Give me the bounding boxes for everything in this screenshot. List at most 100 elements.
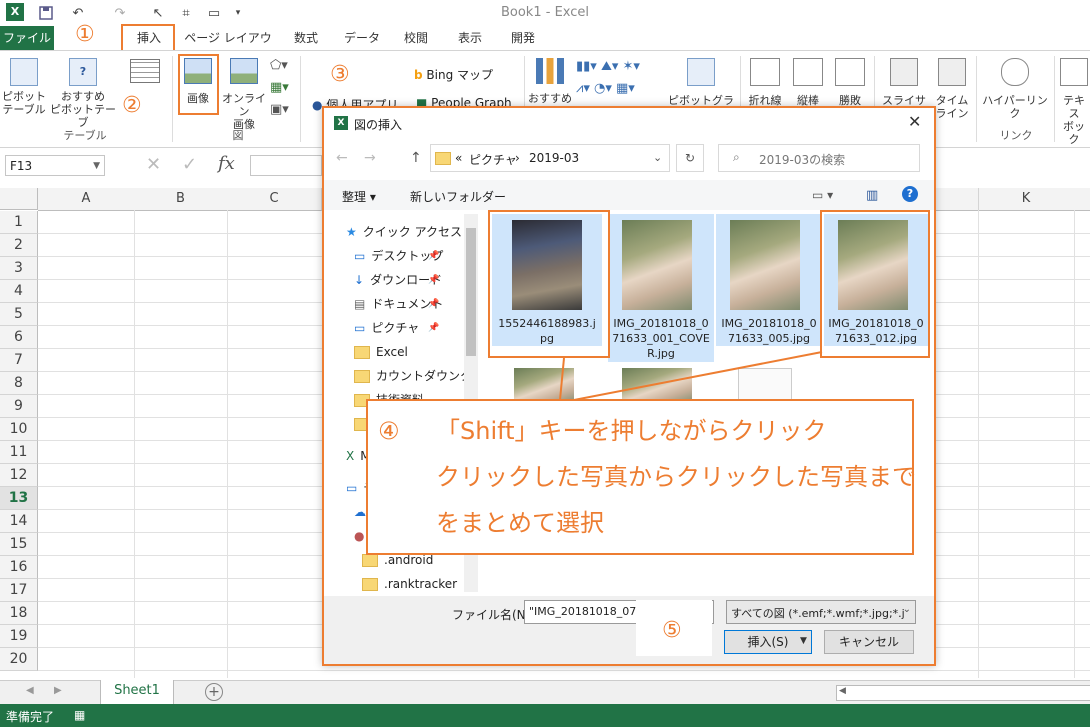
insert-button[interactable]: 挿入(S) [724,630,812,654]
row-header[interactable]: 1 [0,211,38,234]
name-box[interactable]: F13 ▼ [5,155,105,176]
sheet-tab-bar: ◀ ▶ Sheet1 + ◀ [0,680,1090,705]
row-header[interactable]: 2 [0,234,38,257]
hyperlink-button[interactable]: ハイパーリンク [980,58,1050,120]
chart-types-icons[interactable]: ▮▮▾ ⛰▾ ✶▾ ⩘▾ ◔▾ ▦▾ [576,56,666,100]
table-icon[interactable] [130,59,160,83]
row-header[interactable]: 12 [0,464,38,487]
row-header[interactable]: 19 [0,625,38,648]
grid-line [978,210,979,678]
annotation-2: ② [122,93,142,118]
screenshot-icon[interactable]: ▣▾ [270,102,289,117]
chevron-down-icon: ▼ [93,161,100,171]
callout-line-2: クリックした写真からクリックした写真まで [436,463,916,491]
pivot-table-button[interactable]: ピボット テーブル [2,58,46,116]
status-text: 準備完了 [6,710,55,724]
insert-dropdown-icon[interactable]: ▼ [800,636,807,646]
grid-line [38,670,1090,671]
row-header[interactable]: 14 [0,510,38,533]
apps-icon: ● [312,98,323,112]
confirm-formula-icon[interactable]: ✓ [182,154,197,175]
pivot-table-icon [10,58,38,86]
row-header[interactable]: 6 [0,326,38,349]
select-all-corner[interactable] [0,188,38,210]
formula-input[interactable] [250,155,322,176]
annotation-1: ① [75,22,95,47]
ribbon-separator [300,56,301,142]
window-title: Book1 - Excel [500,5,590,20]
column-header-c[interactable]: C [227,188,322,211]
filetype-select[interactable]: すべての図 (*.emf;*.wmf;*.jpg;*.j ⌄ [726,600,916,624]
row-header[interactable]: 17 [0,579,38,602]
row-header[interactable]: 13 [0,487,38,510]
timeline-button[interactable]: タイム ライン [932,58,972,120]
macro-record-icon[interactable]: ▦ [74,708,85,722]
winloss-sparkline-icon [835,58,865,86]
pivot-graph-icon [687,58,715,86]
row-header[interactable]: 20 [0,648,38,671]
pointer-arrows [559,351,823,401]
row-header[interactable]: 18 [0,602,38,625]
tab-file[interactable]: ファイル [0,26,54,50]
insert-tab-highlight [121,24,175,52]
tab-formulas[interactable]: 数式 [286,26,326,50]
row-header[interactable]: 7 [0,349,38,372]
row-header[interactable]: 10 [0,418,38,441]
online-image-button[interactable]: オンライン 画像 [220,58,268,131]
sparkline-winloss-button[interactable]: 勝敗 [830,58,870,107]
tab-data[interactable]: データ [340,26,384,50]
prev-sheet-icon[interactable]: ◀ [26,685,34,696]
tab-developer[interactable]: 開発 [503,26,543,50]
callout-line-3: をまとめて選択 [436,509,604,537]
hyperlink-icon [1001,58,1029,86]
annotation-3: ③ [330,62,350,87]
annotation-5: ⑤ [662,618,682,643]
sparkline-line-button[interactable]: 折れ線 [744,58,786,107]
row-header[interactable]: 9 [0,395,38,418]
cancel-formula-icon[interactable]: ✕ [146,154,161,175]
column-header-k[interactable]: K [978,188,1075,211]
row-header[interactable]: 15 [0,533,38,556]
tab-page-layout[interactable]: ページ レイアウト [180,26,276,69]
add-sheet-icon[interactable]: + [205,683,223,701]
ribbon-separator [976,56,977,142]
textbox-button[interactable]: テキス ボック [1058,58,1090,146]
table-group-label: テーブル [63,129,107,142]
sheet-tab-sheet1[interactable]: Sheet1 [100,680,174,705]
tab-review[interactable]: 校閲 [396,26,436,50]
cancel-button[interactable]: キャンセル [824,630,914,654]
row-header[interactable]: 3 [0,257,38,280]
tab-view[interactable]: 表示 [450,26,490,50]
sparkline-column-button[interactable]: 縦棒 [788,58,828,107]
link-group-label: リンク [999,129,1033,142]
row-header[interactable]: 4 [0,280,38,303]
ribbon-separator [1054,56,1055,142]
next-sheet-icon[interactable]: ▶ [54,685,62,696]
column-header-a[interactable]: A [38,188,135,211]
column-header[interactable] [1074,188,1090,211]
row-header[interactable]: 11 [0,441,38,464]
grid-line [227,210,228,678]
insert-picture-dialog: X 図の挿入 ✕ ← → ↑ « ピクチャ › 2019-03 ⌄ ↻ ⌕ 20… [322,106,936,666]
slicer-icon [890,58,918,86]
online-image-icon [230,58,258,84]
title-bar: X ↶ ↷ ↖ ⌗ ▭ ▾ Book1 - Excel [0,0,1090,26]
column-header-b[interactable]: B [134,188,228,211]
horizontal-scrollbar[interactable]: ◀ [836,685,1090,701]
bing-map-button[interactable]: b Bing マップ [414,66,493,83]
recommended-pivot-button[interactable]: ? おすすめ ピボットテーブ [48,58,118,129]
shapes-icon[interactable]: ⬠▾ [270,58,288,73]
image-button-highlight [178,54,219,115]
function-icon[interactable]: fx [218,153,235,174]
row-header[interactable]: 5 [0,303,38,326]
recommended-chart-button[interactable]: おすすめ [528,58,572,105]
smartart-icon[interactable]: ▦▾ [270,80,289,95]
row-header[interactable]: 16 [0,556,38,579]
column-header[interactable] [936,188,979,211]
status-bar: 準備完了 ▦ [0,704,1090,727]
filename-label: ファイル名(N): [452,608,535,622]
scroll-left-icon[interactable]: ◀ [839,686,846,696]
bing-icon: b [414,68,423,82]
row-header[interactable]: 8 [0,372,38,395]
timeline-icon [938,58,966,86]
